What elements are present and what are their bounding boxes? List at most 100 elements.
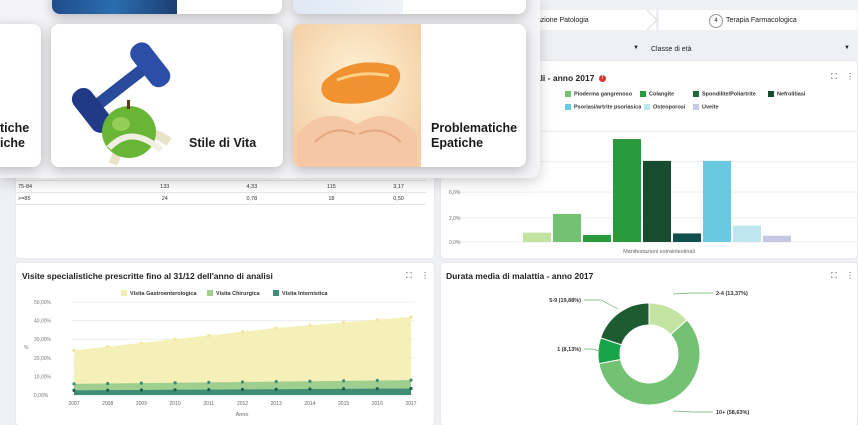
bar	[583, 234, 611, 242]
data-point	[139, 381, 143, 385]
data-point	[72, 382, 76, 386]
legend-swatch	[273, 290, 279, 296]
y-axis-label: %	[24, 345, 29, 351]
x-tick-label: 2014	[304, 401, 315, 407]
data-point	[173, 381, 177, 385]
data-point	[409, 315, 413, 319]
dumbbell-apple-image	[51, 24, 179, 167]
bar	[763, 235, 791, 242]
data-point	[139, 388, 143, 392]
liver-hands-image	[293, 24, 421, 167]
slice-label: 2-4 (13,37%)	[716, 291, 748, 297]
table-cell: 0,78	[212, 192, 292, 205]
data-point	[274, 380, 278, 384]
visits-area-chart: 0,00% 10,00% 20,00% 30,00% 40,00% 50,00%% Visi…	[24, 290, 417, 418]
data-point	[375, 378, 379, 383]
legend-label: Visita Chirurgica	[216, 291, 261, 297]
x-tick-label: 2016	[372, 401, 383, 407]
data-point	[308, 323, 312, 327]
filter-dropdown-left[interactable]: ▼	[525, 40, 645, 58]
donut-slice	[599, 302, 650, 346]
step-chevron-icon	[646, 10, 658, 30]
table-cell: 24	[117, 192, 213, 205]
y-tick-label: 0,0%	[449, 240, 461, 246]
menu-icon[interactable]: ⋮	[421, 271, 429, 280]
age-class-dropdown[interactable]: Classe di età ▼	[651, 40, 856, 58]
bar	[703, 160, 731, 242]
y-tick-label: 0,00%	[34, 393, 49, 399]
card-label: tiche iche	[0, 121, 30, 150]
step-4[interactable]: 4 Terapia Farmacologica	[659, 10, 857, 30]
card-left-partial[interactable]: tiche iche	[0, 24, 41, 167]
table-row: 75-84 133 4,33 115 3,17	[16, 180, 426, 193]
bar	[733, 225, 761, 242]
y-tick-label: 50,00%	[34, 300, 52, 306]
data-point	[106, 345, 110, 349]
y-tick-label: 30,00%	[34, 337, 52, 343]
chevron-down-icon: ▼	[633, 45, 639, 51]
data-point	[173, 388, 177, 392]
slice-label: 10+ (58,63%)	[716, 410, 749, 416]
step-4-number-badge: 4	[709, 14, 723, 28]
data-point	[409, 378, 413, 382]
legend-label: Visita Gastroenterologica	[130, 291, 197, 297]
card-top-left[interactable]	[52, 0, 282, 14]
data-point	[173, 337, 177, 341]
legend-label: Visita Internistica	[282, 291, 328, 297]
chevron-down-icon: ▼	[844, 45, 850, 51]
table-row: >=85 24 0,78 18 0,50	[16, 192, 426, 205]
card-top-right[interactable]	[293, 0, 526, 14]
data-point	[409, 386, 413, 391]
y-tick-label: 20,00%	[34, 356, 52, 362]
y-tick-label: 2,0%	[449, 216, 461, 222]
bar	[643, 160, 671, 242]
legend-swatch	[207, 290, 213, 296]
x-tick-label: 2015	[338, 401, 349, 407]
y-tick-label: 40,00%	[34, 319, 52, 325]
data-point	[207, 333, 211, 338]
table-cell: 115	[291, 180, 372, 193]
card-label: Problematiche Epatiche	[431, 121, 518, 150]
card-image-strip	[293, 0, 403, 14]
leader-line	[584, 299, 619, 310]
x-axis-label: Manifestazioni extraintestinali	[623, 249, 695, 255]
bar	[613, 139, 641, 242]
step-4-label: Terapia Farmacologica	[726, 16, 797, 24]
data-point	[106, 381, 110, 386]
data-point	[342, 379, 346, 383]
x-tick-label: 2010	[170, 401, 181, 407]
y-tick-label: 10,00%	[34, 374, 52, 380]
card-lifestyle[interactable]: Stile di Vita	[51, 24, 283, 167]
x-tick-label: 2013	[271, 401, 282, 407]
data-point	[308, 387, 312, 391]
y-tick-label: 6,0%	[449, 190, 461, 196]
x-tick-label: 2011	[203, 401, 214, 407]
table-cell: 4,33	[212, 180, 292, 193]
leader-line	[584, 348, 601, 352]
table-cell: 133	[117, 180, 213, 193]
data-point	[375, 318, 379, 322]
age-class-label: Classe di età	[651, 45, 692, 53]
data-point	[240, 387, 245, 392]
expand-icon[interactable]: ⛶	[406, 271, 412, 281]
data-point	[308, 379, 312, 383]
data-point	[240, 380, 245, 384]
data-point	[274, 326, 278, 330]
bar	[673, 233, 701, 242]
x-tick-label: 2009	[136, 401, 147, 407]
data-point	[240, 330, 245, 334]
x-tick-label: 2007	[68, 401, 79, 407]
slice-label: 5-9 (19,88%)	[549, 298, 581, 304]
x-tick-label: 2008	[102, 401, 113, 407]
data-point	[139, 341, 143, 345]
bar	[553, 213, 581, 242]
card-liver-problems[interactable]: Problematiche Epatiche	[293, 24, 526, 167]
table-cell: 75-84	[16, 180, 118, 193]
x-axis-label: Anno	[236, 412, 249, 418]
leader-line	[672, 410, 713, 413]
step-3[interactable]: rizzazione Patologia	[520, 10, 656, 30]
data-point	[72, 348, 76, 352]
data-point	[375, 387, 379, 391]
data-point	[72, 388, 76, 392]
table-cell: >=85	[16, 192, 118, 205]
